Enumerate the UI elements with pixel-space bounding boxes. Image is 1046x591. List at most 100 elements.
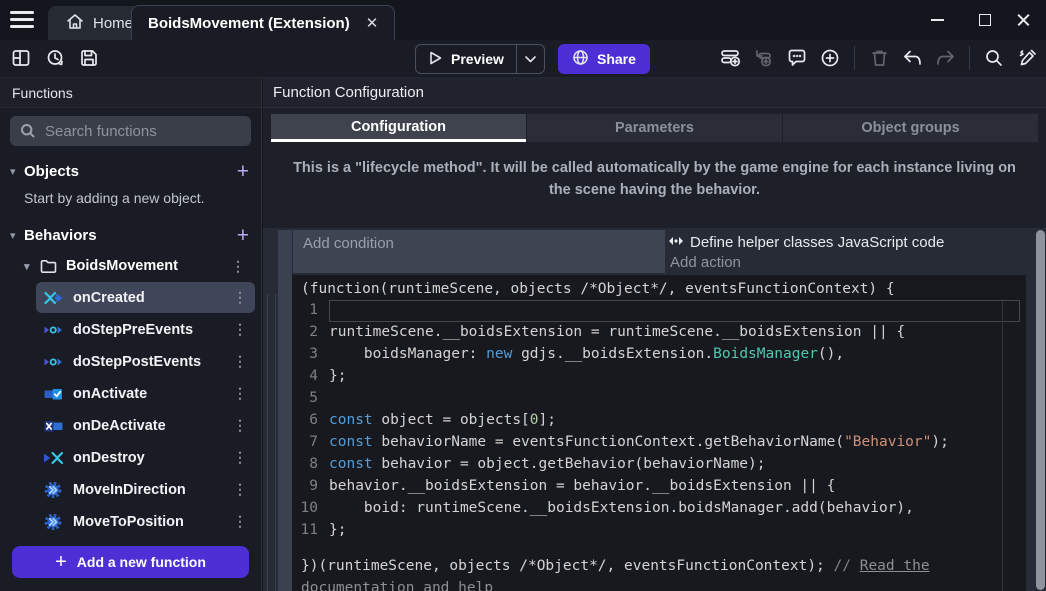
add-object-button[interactable]: + — [237, 161, 249, 182]
redo-icon[interactable] — [932, 45, 958, 71]
js-code-editor[interactable]: (function(runtimeScene, objects /*Object… — [292, 275, 1026, 591]
vertical-scrollbar[interactable] — [1036, 230, 1045, 590]
code-line-8[interactable]: 8const behavior = object.getBehavior(beh… — [292, 454, 1026, 476]
event-drag-handle[interactable] — [278, 230, 292, 591]
code-text: }; — [329, 366, 1020, 388]
deactivate-icon — [44, 419, 64, 433]
preview-button[interactable]: Preview — [415, 44, 545, 74]
add-subevent-icon[interactable] — [751, 45, 777, 71]
line-number: 10 — [292, 498, 329, 520]
add-circle-icon[interactable] — [817, 45, 843, 71]
function-item-onactivate[interactable]: onActivate⋮ — [36, 378, 255, 409]
undo-icon[interactable] — [899, 45, 925, 71]
function-item-movetoposition[interactable]: MoveToPosition⋮ — [36, 506, 255, 537]
function-item-oncreated[interactable]: onCreated⋮ — [36, 282, 255, 313]
tab-parameters[interactable]: Parameters — [526, 114, 782, 142]
code-text: boidsManager: new gdjs.__boidsExtension.… — [329, 344, 1020, 366]
kebab-menu-icon[interactable]: ⋮ — [229, 513, 251, 530]
add-condition-button[interactable]: Add condition — [293, 230, 665, 273]
main-menu-icon[interactable] — [10, 11, 34, 29]
tab-active-label: BoidsMovement (Extension) — [148, 15, 350, 32]
code-line-5[interactable]: 5 — [292, 388, 1026, 410]
trash-icon[interactable] — [866, 45, 892, 71]
code-line-4[interactable]: 4}; — [292, 366, 1026, 388]
code-line-9[interactable]: 9behavior.__boidsExtension = behavior.__… — [292, 476, 1026, 498]
code-line-2[interactable]: 2runtimeScene.__boidsExtension = runtime… — [292, 322, 1026, 344]
tab-configuration[interactable]: Configuration — [271, 114, 526, 142]
search-functions-input[interactable] — [45, 123, 235, 140]
search-icon — [20, 123, 36, 139]
search-functions-box[interactable] — [10, 116, 251, 146]
function-item-label: doStepPreEvents — [73, 322, 229, 338]
function-item-dosteppostevents[interactable]: doStepPostEvents⋮ — [36, 346, 255, 377]
line-number: 2 — [292, 322, 329, 344]
code-text — [329, 300, 1020, 322]
code-text: }; — [329, 520, 1020, 542]
kebab-menu-icon[interactable]: ⋮ — [229, 385, 251, 402]
window-minimize-button[interactable] — [914, 0, 960, 40]
kebab-menu-icon[interactable]: ⋮ — [229, 481, 251, 498]
function-item-moveindirection[interactable]: MoveInDirection⋮ — [36, 474, 255, 505]
add-action-button[interactable]: Add action — [670, 254, 741, 271]
kebab-menu-icon[interactable]: ⋮ — [229, 449, 251, 466]
line-number: 4 — [292, 366, 329, 388]
toolbar-divider — [969, 46, 970, 70]
add-behavior-button[interactable]: + — [237, 225, 249, 246]
code-text: const behaviorName = eventsFunctionConte… — [329, 432, 1020, 454]
history-icon[interactable] — [42, 45, 68, 71]
event-guide-line — [267, 294, 268, 591]
add-comment-icon[interactable] — [784, 45, 810, 71]
function-item-dosteppreevents[interactable]: doStepPreEvents⋮ — [36, 314, 255, 345]
edit-icon[interactable] — [1014, 45, 1040, 71]
preview-dropdown-button[interactable] — [516, 45, 544, 73]
tab-boidsmovement[interactable]: BoidsMovement (Extension) ✕ — [131, 5, 395, 40]
function-item-label: onDeActivate — [73, 418, 229, 434]
line-number: 3 — [292, 344, 329, 366]
behavior-group-label: BoidsMovement — [66, 258, 227, 274]
kebab-menu-icon[interactable]: ⋮ — [229, 353, 251, 370]
globe-icon — [572, 49, 589, 69]
toolbar-left-group — [8, 45, 102, 71]
js-code-icon — [668, 234, 684, 251]
code-wrapper-header: (function(runtimeScene, objects /*Object… — [292, 278, 1026, 300]
code-line-1[interactable]: 1 — [292, 300, 1026, 322]
kebab-menu-icon[interactable]: ⋮ — [229, 417, 251, 434]
line-number: 9 — [292, 476, 329, 498]
code-line-3[interactable]: 3 boidsManager: new gdjs.__boidsExtensio… — [292, 344, 1026, 366]
kebab-menu-icon[interactable]: ⋮ — [229, 321, 251, 338]
window-close-button[interactable] — [1000, 0, 1046, 40]
chevron-down-icon[interactable]: ▾ — [10, 165, 24, 178]
code-text — [329, 388, 1020, 410]
share-button[interactable]: Share — [558, 44, 650, 74]
code-line-10[interactable]: 10 boid: runtimeScene.__boidsExtension.b… — [292, 498, 1026, 520]
objects-header-label[interactable]: Objects — [24, 163, 237, 180]
kebab-menu-icon[interactable]: ⋮ — [229, 289, 251, 306]
add-event-icon[interactable] — [718, 45, 744, 71]
add-function-button[interactable]: + Add a new function — [12, 546, 249, 578]
tab-object-groups[interactable]: Object groups — [782, 114, 1038, 142]
title-bar: Home BoidsMovement (Extension) ✕ — [0, 0, 1046, 40]
kebab-menu-icon[interactable]: ⋮ — [227, 258, 249, 275]
save-icon[interactable] — [76, 45, 102, 71]
behaviors-header-label[interactable]: Behaviors — [24, 227, 237, 244]
code-text: behavior.__boidsExtension = behavior.__b… — [329, 476, 1020, 498]
search-icon[interactable] — [981, 45, 1007, 71]
add-function-label: Add a new function — [77, 554, 206, 570]
function-item-ondeactivate[interactable]: onDeActivate⋮ — [36, 410, 255, 441]
code-line-11[interactable]: 11}; — [292, 520, 1026, 542]
tab-close-icon[interactable]: ✕ — [366, 14, 379, 32]
code-text: boid: runtimeScene.__boidsExtension.boid… — [329, 498, 1020, 520]
chevron-down-icon[interactable]: ▾ — [10, 229, 24, 242]
function-item-label: onDestroy — [73, 450, 229, 466]
layout-panels-icon[interactable] — [8, 45, 34, 71]
function-item-ondestroy[interactable]: onDestroy⋮ — [36, 442, 255, 473]
step-icon — [44, 355, 64, 369]
step-icon — [44, 323, 64, 337]
code-text: const behavior = object.getBehavior(beha… — [329, 454, 1020, 476]
destroy-icon — [44, 451, 64, 465]
behavior-group-boidsmovement[interactable]: ▾ BoidsMovement ⋮ — [0, 250, 261, 282]
code-line-6[interactable]: 6const object = objects[0]; — [292, 410, 1026, 432]
code-line-7[interactable]: 7const behaviorName = eventsFunctionCont… — [292, 432, 1026, 454]
oncreated-icon — [44, 291, 64, 305]
toolbar-divider — [854, 46, 855, 70]
